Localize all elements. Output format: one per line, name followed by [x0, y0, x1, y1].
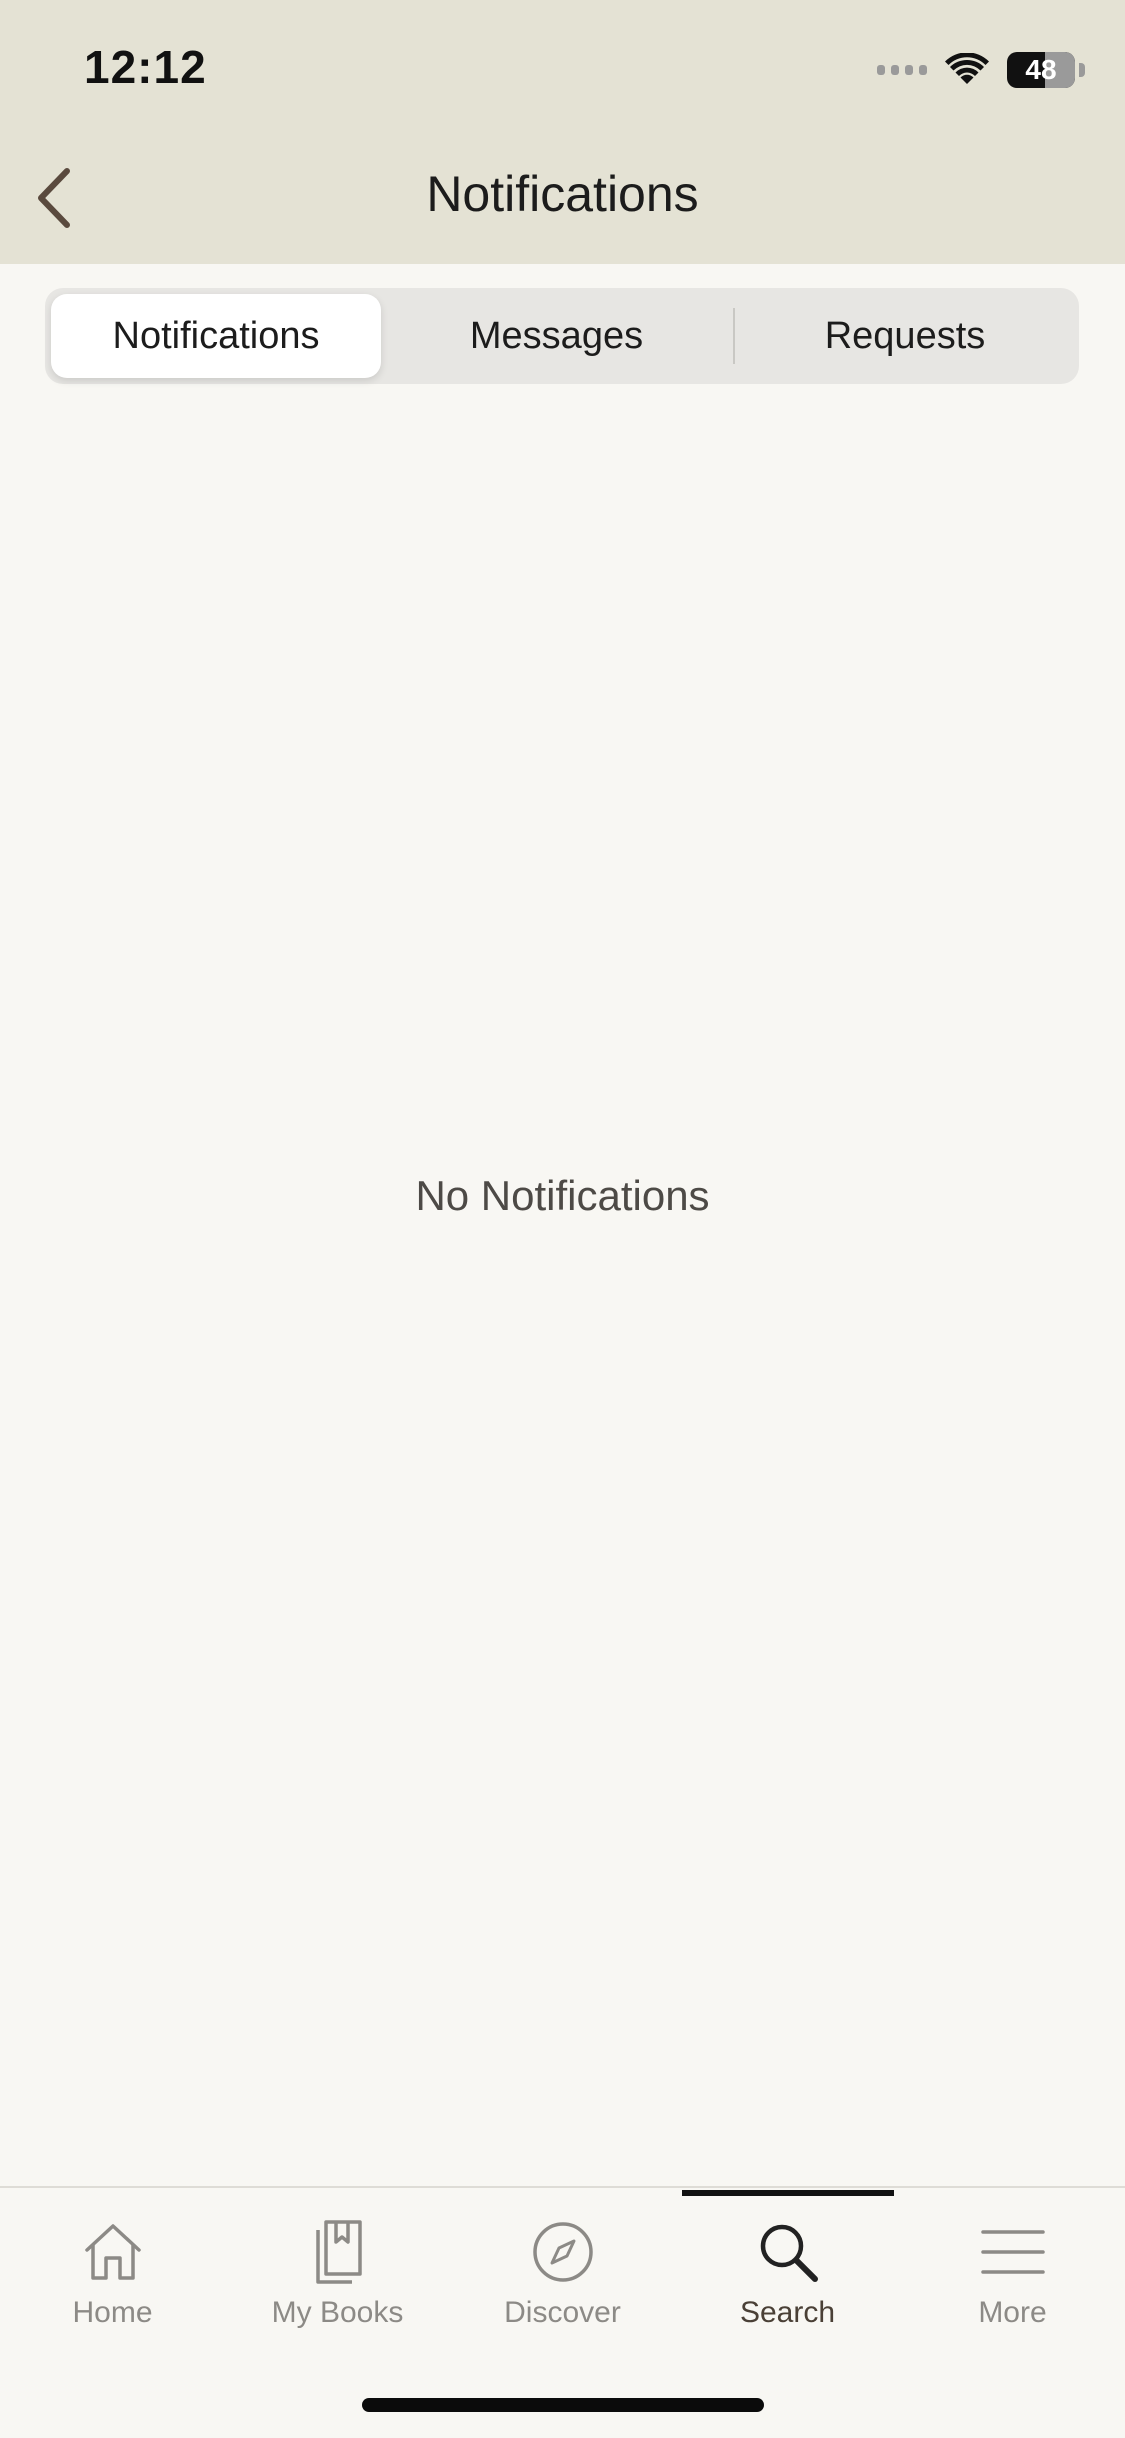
tab-more-label: More — [978, 2296, 1047, 2329]
segment-notifications[interactable]: Notifications — [51, 294, 381, 378]
wifi-icon — [945, 53, 989, 87]
tab-more[interactable]: More — [900, 2188, 1125, 2358]
tab-home-label: Home — [72, 2296, 153, 2329]
compass-icon — [532, 2222, 593, 2282]
header: 12:12 48 Notifications — [0, 0, 1125, 264]
segment-messages[interactable]: Messages — [390, 294, 723, 378]
tab-search[interactable]: Search — [675, 2188, 900, 2358]
tab-home[interactable]: Home — [0, 2188, 225, 2358]
tab-discover[interactable]: Discover — [450, 2188, 675, 2358]
status-icons: 48 — [877, 48, 1085, 92]
battery-cap — [1079, 63, 1085, 77]
active-tab-indicator — [682, 2190, 894, 2196]
empty-state-text: No Notifications — [415, 1172, 710, 1219]
search-icon — [760, 2224, 818, 2282]
segment-requests[interactable]: Requests — [737, 294, 1073, 378]
tab-my-books[interactable]: My Books — [225, 2188, 450, 2358]
menu-icon — [980, 2230, 1045, 2274]
segment-divider — [733, 308, 735, 364]
segmented-control: Notifications Messages Requests — [45, 288, 1079, 384]
tab-search-label: Search — [739, 2296, 836, 2329]
books-icon — [315, 2220, 362, 2284]
page-title: Notifications — [426, 166, 699, 222]
tab-my-books-label: My Books — [271, 2296, 404, 2329]
battery-level: 48 — [1025, 54, 1057, 85]
battery-icon: 48 — [1007, 52, 1075, 88]
cellular-signal-icon — [877, 65, 927, 75]
status-time: 12:12 — [84, 41, 207, 93]
tab-discover-label: Discover — [504, 2296, 621, 2329]
home-indicator[interactable] — [362, 2398, 764, 2412]
home-icon — [84, 2224, 141, 2280]
